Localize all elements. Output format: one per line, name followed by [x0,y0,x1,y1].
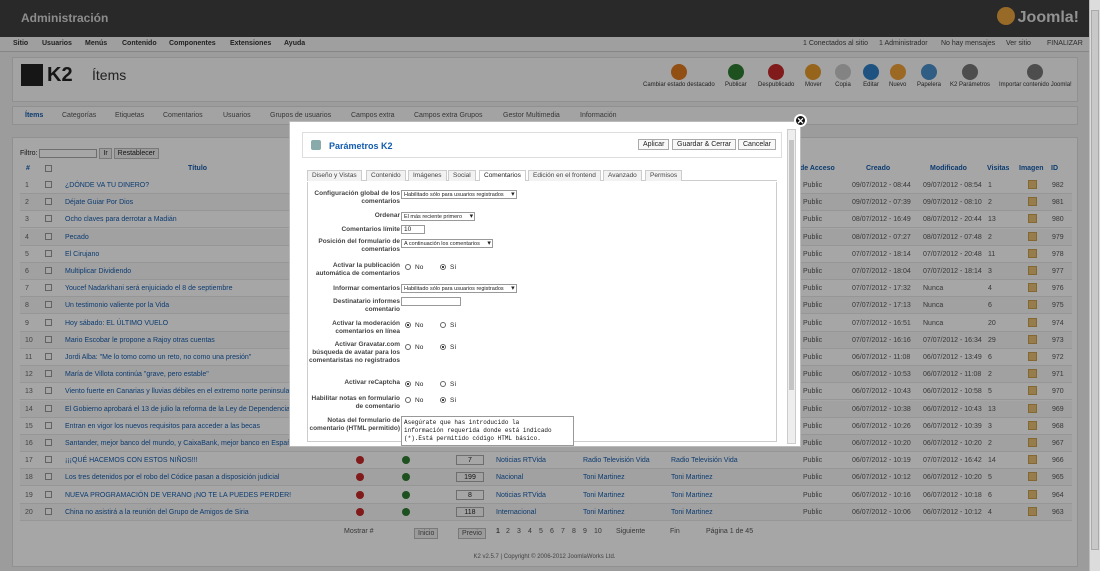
tab-social[interactable]: Social [448,170,476,181]
tab-images[interactable]: Imágenes [408,170,447,181]
order-select[interactable]: El más reciente primero [401,212,476,221]
modal-scrollbar[interactable] [787,129,796,444]
radio-no-icon [405,344,411,350]
report-select[interactable]: Habilitado sólo para usuarios registrado… [401,284,517,293]
order-label: Ordenar [374,212,400,219]
tab-permissions[interactable]: Permisos [645,170,683,181]
notes-text-label: Notas del formulario de comentario (HTML… [309,417,400,432]
recaptcha-label: Activar reCaptcha [344,379,400,386]
recipient-label: Destinatario informes comentario [333,298,400,313]
notes-no[interactable]: No [405,397,423,404]
gravatar-label: Activar Gravatar.com búsqueda de avatar … [308,341,400,364]
tab-comments-settings[interactable]: Comentarios [479,170,526,181]
moderation-no[interactable]: No [405,322,423,329]
page-scrollbar-thumb[interactable] [1091,10,1099,550]
recaptcha-si[interactable]: Sí [440,381,456,388]
moderation-si[interactable]: Sí [440,322,456,329]
tab-design-views[interactable]: Diseño y Vistas [307,170,362,181]
tab-frontend-editing[interactable]: Edición en el frontend [528,170,601,181]
modal-tabs: Diseño y Vistas Contenido Imágenes Socia… [307,168,777,181]
radio-si-icon [440,322,446,328]
modal-title: Parámetros K2 [329,141,393,151]
comments-settings-form: Configuración global de los comentarios … [307,182,777,446]
radio-no-icon [405,264,411,270]
save-close-button[interactable]: Guardar & Cerrar [672,139,737,150]
recaptcha-no[interactable]: No [405,381,423,388]
modal-header: Parámetros K2 Aplicar Guardar & Cerrar C… [302,132,782,158]
apply-button[interactable]: Aplicar [638,139,670,150]
position-label: Posición del formulario de comentarios [318,238,400,253]
radio-si-icon [440,397,446,403]
params-icon [311,140,321,150]
notes-si[interactable]: Sí [440,397,456,404]
tab-content[interactable]: Contenido [366,170,406,181]
autopub-si[interactable]: Sí [440,264,456,271]
gravatar-si[interactable]: Sí [440,344,456,351]
moderation-label: Activar la moderación comentarios en lín… [332,320,400,335]
recipient-input[interactable] [401,297,461,306]
global-comments-label: Configuración global de los comentarios [314,190,400,205]
radio-si-icon [440,381,446,387]
radio-no-icon [405,322,411,328]
modal-scrollbar-thumb[interactable] [789,140,794,390]
page-scrollbar[interactable] [1089,0,1100,571]
cancel-button[interactable]: Cancelar [738,139,777,150]
notes-label: Habilitar notas en formulario de comenta… [311,395,401,410]
limit-input[interactable]: 10 [401,225,425,234]
autopub-label: Activar la publicación automática de com… [315,262,400,277]
radio-no-icon [405,381,411,387]
gravatar-no[interactable]: No [405,344,423,351]
report-label: Informar comentarios [333,285,400,292]
limit-label: Comentarios límite [341,226,400,233]
tab-advanced[interactable]: Avanzado [603,170,642,181]
notes-textarea[interactable]: Asegúrate que has introducido la informa… [401,416,574,446]
radio-si-icon [440,344,446,350]
position-select[interactable]: A continuación los comentarios [401,239,493,248]
radio-si-icon [440,264,446,270]
global-comments-select[interactable]: Habilitado sólo para usuarios registrado… [401,190,517,199]
k2-params-modal: Parámetros K2 Aplicar Guardar & Cerrar C… [289,121,801,447]
radio-no-icon [405,397,411,403]
autopub-no[interactable]: No [405,264,423,271]
close-modal-icon[interactable]: ✕ [794,114,807,127]
